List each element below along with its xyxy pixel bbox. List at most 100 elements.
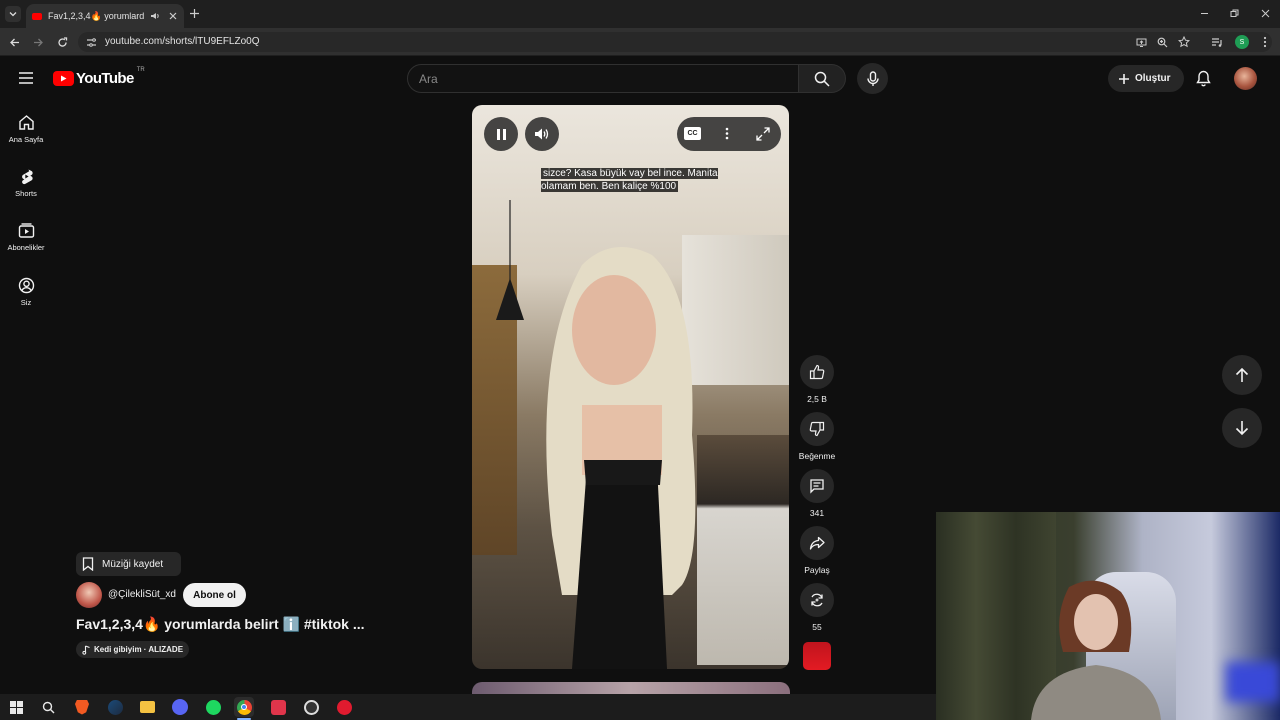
sidebar-item-shorts[interactable]: Shorts: [0, 168, 52, 198]
bookmark-icon: [82, 557, 94, 571]
taskbar-search-button[interactable]: [38, 697, 58, 717]
sound-thumbnail[interactable]: [803, 642, 831, 670]
subscriptions-icon: [18, 223, 34, 238]
dislike-action[interactable]: Beğenme: [796, 412, 838, 461]
dislike-button[interactable]: [800, 412, 834, 446]
create-label: Oluştur: [1135, 73, 1171, 84]
volume-icon: [535, 128, 549, 140]
profile-avatar-small[interactable]: S: [1235, 35, 1249, 49]
steam-app-icon[interactable]: [105, 697, 125, 717]
remix-count: 55: [812, 622, 822, 632]
remix-action[interactable]: 55: [796, 583, 838, 632]
search-button[interactable]: [799, 64, 846, 93]
hamburger-menu-icon[interactable]: [19, 72, 33, 84]
share-icon: [809, 536, 825, 550]
reload-icon[interactable]: [57, 37, 68, 48]
brave-app-icon[interactable]: [72, 697, 92, 717]
search-icon: [42, 701, 54, 713]
tab-title: Fav1,2,3,4🔥 yorumlarda belirt: [48, 10, 144, 21]
sidebar-item-label: Siz: [20, 298, 32, 307]
url-text: youtube.com/shorts/lTU9EFLZo0Q: [105, 36, 260, 47]
webcam-overlay: [936, 512, 1280, 720]
search-input[interactable]: [407, 64, 799, 93]
logo-text: YouTube: [76, 70, 134, 87]
like-button[interactable]: [800, 355, 834, 389]
captions-icon[interactable]: CC: [684, 127, 701, 140]
fullscreen-icon[interactable]: [756, 127, 770, 141]
back-arrow-icon[interactable]: [9, 37, 20, 48]
dislike-label: Beğenme: [798, 451, 836, 461]
channel-name[interactable]: @ÇilekliSüt_xd: [108, 589, 176, 600]
spotify-app-icon[interactable]: [203, 697, 223, 717]
voice-search-button[interactable]: [857, 63, 888, 94]
pause-button[interactable]: [484, 117, 518, 151]
plus-icon: [1119, 73, 1129, 84]
sidebar-item-home[interactable]: Ana Sayfa: [0, 114, 52, 144]
account-avatar[interactable]: [1234, 67, 1257, 90]
channel-avatar[interactable]: [76, 582, 102, 608]
sidebar-item-you[interactable]: Siz: [0, 277, 52, 307]
comment-icon: [810, 479, 824, 494]
sidebar-item-label: Ana Sayfa: [8, 135, 44, 144]
arrow-down-icon: [1235, 421, 1249, 436]
zoom-icon[interactable]: [1157, 37, 1168, 48]
thumbs-up-icon: [809, 364, 825, 380]
subscribe-button[interactable]: Abone ol: [183, 583, 246, 607]
save-music-button[interactable]: Müziği kaydet: [76, 552, 181, 576]
restore-icon[interactable]: [1230, 9, 1239, 18]
windows-start-button[interactable]: [6, 697, 26, 717]
sidebar-item-label: Abonelikler: [7, 243, 45, 252]
song-chip[interactable]: Kedi gibiyim · ALIZADE: [76, 641, 190, 658]
home-icon: [18, 115, 34, 130]
app-icon-red[interactable]: [268, 697, 288, 717]
site-info-icon[interactable]: [86, 37, 97, 48]
media-controls-icon[interactable]: [1211, 37, 1223, 48]
discord-app-icon[interactable]: [170, 697, 190, 717]
tab-close-icon[interactable]: [168, 11, 178, 21]
notifications-bell-icon[interactable]: [1196, 70, 1211, 87]
share-action[interactable]: Paylaş: [796, 526, 838, 575]
app-icon-red-round[interactable]: [334, 697, 354, 717]
arrow-up-icon: [1235, 367, 1249, 382]
tab-search-button[interactable]: [5, 6, 21, 22]
more-options-icon[interactable]: [725, 127, 729, 140]
search-placeholder: Ara: [419, 72, 438, 86]
browser-menu-icon[interactable]: [1262, 36, 1268, 48]
remix-icon: [811, 593, 823, 607]
comments-action[interactable]: 341: [796, 469, 838, 518]
file-explorer-icon[interactable]: [137, 697, 157, 717]
window-close-icon[interactable]: [1261, 9, 1270, 18]
youtube-logo[interactable]: YouTube TR: [53, 67, 145, 87]
like-action[interactable]: 2,5 B: [796, 355, 838, 404]
music-note-icon: [82, 644, 90, 655]
streamer-figure: [1031, 580, 1161, 720]
song-label: Kedi gibiyim · ALIZADE: [94, 645, 184, 654]
chevron-down-icon: [9, 12, 17, 17]
forward-arrow-icon[interactable]: [33, 37, 44, 48]
region-code: TR: [136, 67, 145, 73]
remix-button[interactable]: [800, 583, 834, 617]
next-short-button[interactable]: [1222, 408, 1262, 448]
volume-button[interactable]: [525, 117, 559, 151]
comments-button[interactable]: [800, 469, 834, 503]
caption-text: sizce? Kasa büyük vay bel ince. Manita o…: [541, 168, 718, 192]
obs-app-icon[interactable]: [301, 697, 321, 717]
audio-playing-icon[interactable]: [150, 11, 160, 21]
create-button[interactable]: Oluştur: [1108, 65, 1184, 92]
share-button[interactable]: [800, 526, 834, 560]
video-title[interactable]: Fav1,2,3,4🔥 yorumlarda belirt ℹ️ #tiktok…: [76, 616, 365, 633]
chrome-app-icon[interactable]: [234, 697, 254, 717]
previous-short-button[interactable]: [1222, 355, 1262, 395]
youtube-play-logo-icon: [53, 71, 74, 86]
sidebar-item-subscriptions[interactable]: Abonelikler: [0, 222, 52, 252]
youtube-favicon-icon: [32, 12, 42, 20]
share-label: Paylaş: [804, 565, 830, 575]
bookmark-star-icon[interactable]: [1178, 36, 1190, 48]
person-figure: [546, 247, 696, 669]
comment-count: 341: [809, 508, 825, 518]
cast-icon[interactable]: [1136, 37, 1147, 48]
browser-tab[interactable]: Fav1,2,3,4🔥 yorumlarda belirt: [26, 4, 184, 28]
windows-logo-icon: [9, 700, 23, 714]
new-tab-icon[interactable]: [189, 8, 200, 19]
minimize-icon[interactable]: [1200, 9, 1209, 18]
